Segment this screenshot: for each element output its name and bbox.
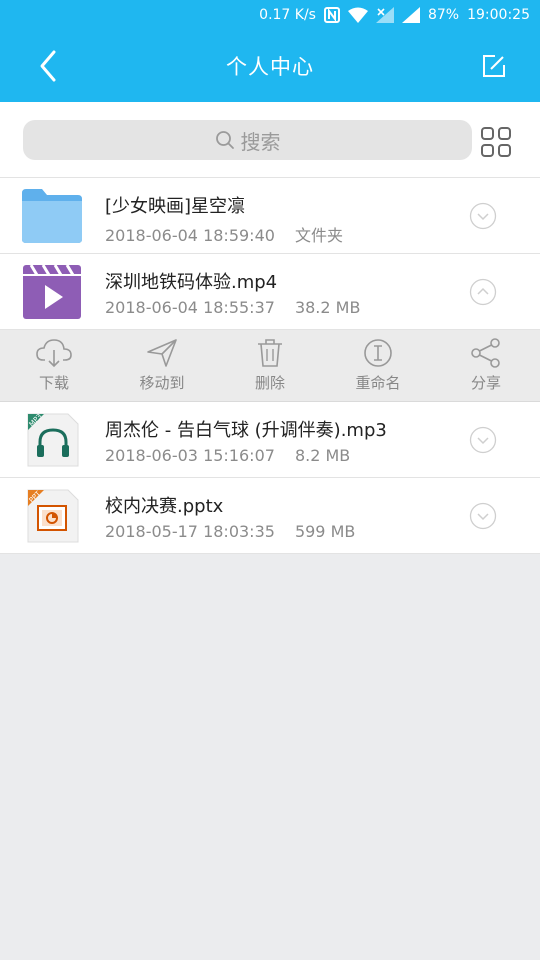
video-file-icon	[22, 264, 82, 320]
file-meta: 2018-06-03 15:16:07 8.2 MB	[105, 446, 350, 465]
search-icon	[215, 131, 234, 149]
edit-icon	[483, 55, 505, 77]
expand-chevron-down-icon[interactable]	[469, 426, 497, 454]
status-bar: 0.17 K/s 87% 19:00:25	[0, 0, 540, 30]
file-row-audio[interactable]: MP3 周杰伦 - 告白气球 (升调伴奏).mp3 2018-06-03 15:…	[0, 402, 540, 478]
file-info: 38.2 MB	[294, 298, 361, 317]
share-button[interactable]: 分享	[432, 330, 540, 401]
net-speed: 0.17 K/s	[259, 7, 316, 23]
file-meta: 2018-06-04 18:59:40 文件夹	[105, 222, 343, 246]
expand-chevron-down-icon[interactable]	[469, 202, 497, 230]
ppt-file-icon: PPT	[22, 488, 82, 544]
search-input[interactable]: 搜索	[23, 120, 472, 160]
chevron-left-icon	[40, 50, 56, 82]
grid-view-button[interactable]	[476, 122, 516, 162]
file-info: 文件夹	[294, 226, 343, 245]
file-meta: 2018-06-04 18:55:37 38.2 MB	[105, 298, 360, 317]
back-button[interactable]	[26, 42, 70, 90]
file-date: 2018-05-17 18:03:35	[105, 522, 275, 541]
page-title: 个人中心	[226, 55, 314, 79]
signal-x-icon	[375, 7, 394, 23]
battery-level: 87%	[427, 7, 460, 23]
file-row-video[interactable]: 深圳地铁码体验.mp4 2018-06-04 18:55:37 38.2 MB	[0, 254, 540, 330]
expand-chevron-down-icon[interactable]	[469, 502, 497, 530]
file-info: 599 MB	[294, 522, 356, 541]
file-info: 8.2 MB	[294, 446, 351, 465]
search-placeholder: 搜索	[240, 129, 281, 154]
file-meta: 2018-05-17 18:03:35 599 MB	[105, 522, 355, 541]
nfc-icon	[323, 7, 340, 23]
file-name: 深圳地铁码体验.mp4	[105, 272, 278, 293]
file-action-bar: 下载 移动到 删除 重命名 分享	[0, 330, 540, 402]
file-date: 2018-06-04 18:59:40	[105, 226, 275, 245]
file-name: [少女映画]星空凛	[105, 196, 246, 217]
move-to-button[interactable]: 移动到	[108, 330, 216, 401]
rename-icon	[364, 339, 392, 367]
file-date: 2018-06-03 15:16:07	[105, 446, 275, 465]
file-name: 周杰伦 - 告白气球 (升调伴奏).mp3	[105, 420, 387, 441]
file-row-ppt[interactable]: PPT 校内决赛.pptx 2018-05-17 18:03:35 599 MB	[0, 478, 540, 554]
edit-button[interactable]	[474, 46, 514, 86]
wifi-icon	[347, 7, 368, 23]
search-bar: 搜索	[0, 102, 540, 178]
grid-view-icon	[481, 127, 511, 157]
app-bar: 0.17 K/s 87% 19:00:25 个人中心	[0, 0, 540, 102]
send-icon	[147, 339, 177, 367]
collapse-chevron-up-icon[interactable]	[469, 278, 497, 306]
file-date: 2018-06-04 18:55:37	[105, 298, 275, 317]
file-name: 校内决赛.pptx	[105, 496, 224, 517]
delete-button[interactable]: 删除	[216, 330, 324, 401]
trash-icon	[258, 339, 282, 367]
signal-icon	[401, 7, 420, 23]
file-row-folder[interactable]: [少女映画]星空凛 2018-06-04 18:59:40 文件夹	[0, 178, 540, 254]
download-button[interactable]: 下载	[0, 330, 108, 401]
folder-icon	[22, 188, 82, 244]
file-list: [少女映画]星空凛 2018-06-04 18:59:40 文件夹 深圳地铁码体验…	[0, 178, 540, 554]
rename-button[interactable]: 重命名	[324, 330, 432, 401]
audio-file-icon: MP3	[22, 412, 82, 468]
clock: 19:00:25	[467, 7, 530, 23]
cloud-download-icon	[36, 339, 72, 368]
share-icon	[471, 338, 500, 368]
title-bar: 个人中心	[0, 30, 540, 102]
